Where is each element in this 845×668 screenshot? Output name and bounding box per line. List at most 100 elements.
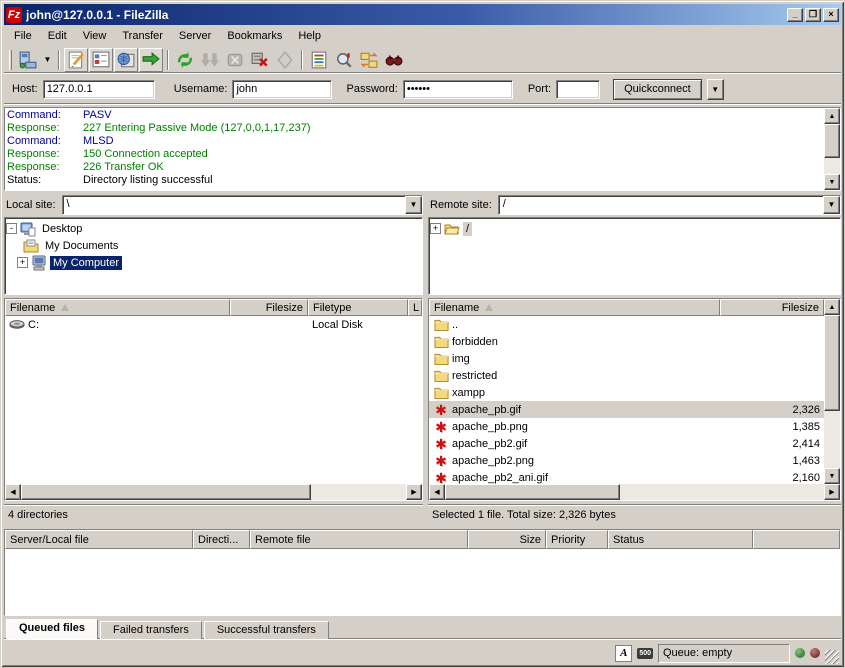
- scroll-track[interactable]: [824, 158, 840, 174]
- remote-header-filename[interactable]: Filename: [429, 299, 720, 316]
- toggle-queue-icon[interactable]: [139, 48, 163, 72]
- site-manager-icon[interactable]: [16, 48, 40, 72]
- menu-transfer[interactable]: Transfer: [114, 28, 171, 44]
- toggle-log-icon[interactable]: [64, 48, 88, 72]
- scroll-right-icon[interactable]: ▶: [406, 484, 422, 500]
- local-header-filetype[interactable]: Filetype: [308, 299, 408, 316]
- password-input[interactable]: [403, 80, 513, 99]
- queue-header-priority[interactable]: Priority: [546, 530, 608, 549]
- search-icon[interactable]: [382, 48, 406, 72]
- scroll-left-icon[interactable]: ◀: [5, 484, 21, 500]
- remote-file-row[interactable]: ✱apache_pb2_ani.gif 2,160: [429, 469, 824, 484]
- remote-site-value[interactable]: /: [499, 196, 823, 214]
- quickconnect-dropdown-icon[interactable]: ▼: [707, 79, 724, 100]
- port-input[interactable]: [556, 80, 600, 99]
- disconnect-icon[interactable]: [248, 48, 272, 72]
- queue-header-direction[interactable]: Directi...: [193, 530, 250, 549]
- menu-edit[interactable]: Edit: [40, 28, 75, 44]
- tree-item-label[interactable]: My Computer: [50, 256, 122, 270]
- cancel-icon[interactable]: [223, 48, 247, 72]
- speed-limit-icon[interactable]: 500: [637, 648, 653, 659]
- tree-item-label[interactable]: Desktop: [39, 222, 85, 236]
- transfer-type-icon[interactable]: A: [615, 645, 632, 662]
- remote-file-row-selected[interactable]: ✱apache_pb.gif 2,326: [429, 401, 824, 418]
- scroll-up-icon[interactable]: ▲: [824, 299, 840, 315]
- queue-header-status[interactable]: Status: [608, 530, 753, 549]
- remote-file-row[interactable]: xampp: [429, 384, 824, 401]
- remote-file-row[interactable]: img: [429, 350, 824, 367]
- local-horizontal-scrollbar[interactable]: ◀ ▶: [5, 484, 422, 500]
- tab-failed-transfers[interactable]: Failed transfers: [100, 621, 202, 639]
- scroll-track[interactable]: [824, 411, 840, 468]
- queue-header-remote-file[interactable]: Remote file: [250, 530, 468, 549]
- remote-file-row[interactable]: ..: [429, 316, 824, 333]
- compare-icon[interactable]: [332, 48, 356, 72]
- remote-file-row[interactable]: ✱apache_pb2.png 1,463: [429, 452, 824, 469]
- menu-view[interactable]: View: [75, 28, 115, 44]
- scroll-right-icon[interactable]: ▶: [824, 484, 840, 500]
- local-site-value[interactable]: \: [63, 196, 405, 214]
- scroll-thumb[interactable]: [445, 484, 620, 500]
- menu-file[interactable]: File: [6, 28, 40, 44]
- tree-item-my-computer[interactable]: + My Computer: [6, 254, 421, 271]
- remote-file-row[interactable]: forbidden: [429, 333, 824, 350]
- menu-bookmarks[interactable]: Bookmarks: [219, 28, 290, 44]
- local-site-combo[interactable]: \ ▼: [62, 195, 423, 215]
- remote-status-bar: Selected 1 file. Total size: 2,326 bytes: [428, 504, 841, 524]
- remote-horizontal-scrollbar[interactable]: ◀ ▶: [429, 484, 840, 500]
- reconnect-icon[interactable]: [273, 48, 297, 72]
- chevron-down-icon[interactable]: ▼: [405, 196, 422, 214]
- tree-item-desktop[interactable]: - Desktop: [6, 220, 421, 237]
- username-input[interactable]: [232, 80, 332, 99]
- toggle-local-tree-icon[interactable]: [89, 48, 113, 72]
- local-header-filename[interactable]: Filename: [5, 299, 230, 316]
- chevron-down-icon[interactable]: ▼: [823, 196, 840, 214]
- refresh-icon[interactable]: [173, 48, 197, 72]
- close-button[interactable]: ×: [823, 8, 839, 22]
- remote-file-row[interactable]: restricted: [429, 367, 824, 384]
- scroll-down-icon[interactable]: ▼: [824, 174, 840, 190]
- toolbar-grip[interactable]: [9, 50, 12, 70]
- filter-icon[interactable]: [307, 48, 331, 72]
- queue-header-size[interactable]: Size: [468, 530, 546, 549]
- menu-help[interactable]: Help: [290, 28, 329, 44]
- remote-file-row[interactable]: ✱apache_pb2.gif 2,414: [429, 435, 824, 452]
- scroll-thumb[interactable]: [824, 315, 840, 411]
- remote-site-combo[interactable]: / ▼: [498, 195, 841, 215]
- scroll-track[interactable]: [620, 484, 824, 500]
- remote-file-row[interactable]: ✱apache_pb.png 1,385: [429, 418, 824, 435]
- tree-item-label[interactable]: My Documents: [42, 239, 121, 253]
- scroll-down-icon[interactable]: ▼: [824, 468, 840, 484]
- maximize-button[interactable]: ❐: [805, 8, 821, 22]
- local-file-row[interactable]: C: Local Disk: [5, 316, 422, 333]
- scroll-left-icon[interactable]: ◀: [429, 484, 445, 500]
- toggle-remote-tree-icon[interactable]: [114, 48, 138, 72]
- process-queue-icon[interactable]: [198, 48, 222, 72]
- tab-successful-transfers[interactable]: Successful transfers: [204, 621, 329, 639]
- quickconnect-button[interactable]: Quickconnect: [613, 79, 702, 100]
- resize-grip[interactable]: [825, 650, 839, 664]
- queue-header-server-local-file[interactable]: Server/Local file: [5, 530, 193, 549]
- local-header-lastmodified[interactable]: L: [408, 299, 422, 316]
- collapse-icon[interactable]: -: [6, 223, 17, 234]
- remote-header-filesize[interactable]: Filesize: [720, 299, 824, 316]
- menu-server[interactable]: Server: [171, 28, 219, 44]
- tree-item-my-documents[interactable]: My Documents: [6, 237, 421, 254]
- scroll-thumb[interactable]: [824, 124, 840, 158]
- log-scrollbar[interactable]: ▲ ▼: [824, 108, 840, 190]
- expand-icon[interactable]: +: [17, 257, 28, 268]
- expand-icon[interactable]: +: [430, 223, 441, 234]
- tab-queued-files[interactable]: Queued files: [6, 619, 98, 639]
- local-header-filesize[interactable]: Filesize: [230, 299, 308, 316]
- minimize-button[interactable]: _: [787, 8, 803, 22]
- site-manager-dropdown-icon[interactable]: ▼: [41, 49, 54, 71]
- tree-item-root[interactable]: + /: [430, 220, 839, 237]
- scroll-up-icon[interactable]: ▲: [824, 108, 840, 124]
- tree-item-label[interactable]: /: [463, 222, 472, 236]
- scroll-thumb[interactable]: [21, 484, 311, 500]
- sync-browsing-icon[interactable]: [357, 48, 381, 72]
- host-input[interactable]: [43, 80, 155, 99]
- scroll-track[interactable]: [311, 484, 406, 500]
- remote-vertical-scrollbar[interactable]: ▲ ▼: [824, 299, 840, 484]
- toolbar-separator: [58, 50, 60, 70]
